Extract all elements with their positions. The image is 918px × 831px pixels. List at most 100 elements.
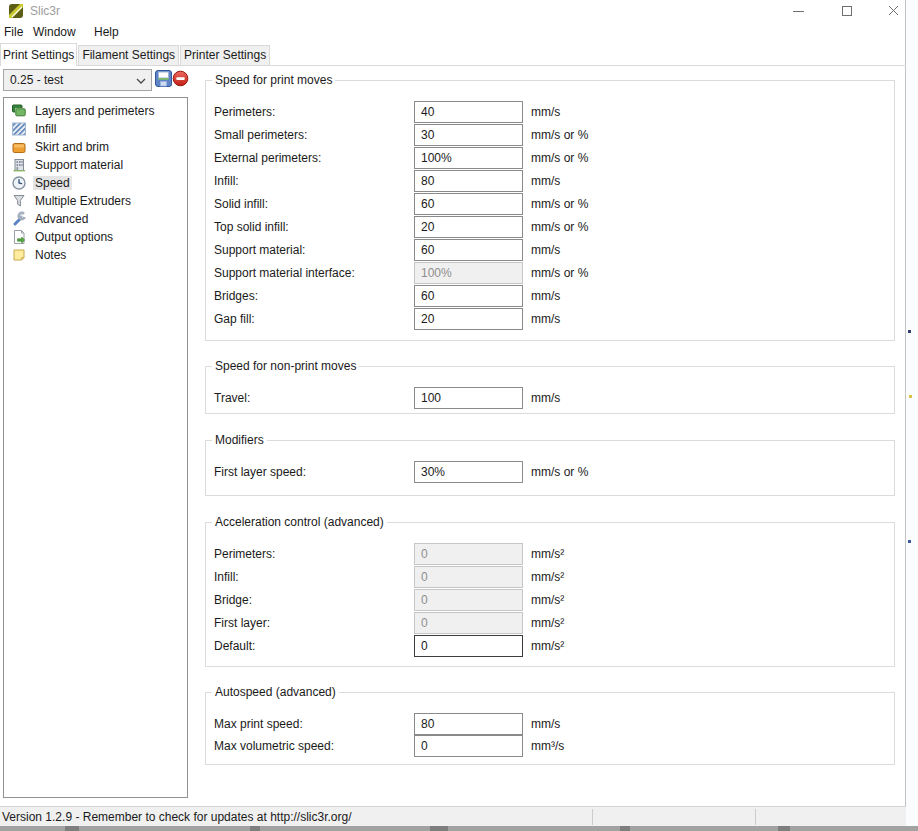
window-title: Slic3r xyxy=(30,4,60,18)
setting-row: First layer: mm/s² xyxy=(206,612,894,634)
first-layer-input xyxy=(414,612,523,634)
sidebar-item-label: Notes xyxy=(33,248,68,262)
first-layer-speed-input[interactable] xyxy=(414,461,523,483)
small-perimeters-input[interactable] xyxy=(414,124,523,146)
menu-window[interactable]: Window xyxy=(33,22,76,43)
menu-help[interactable]: Help xyxy=(94,22,119,43)
infill-input[interactable] xyxy=(414,170,523,192)
field-unit: mm/s or % xyxy=(531,128,588,142)
desktop-speck xyxy=(908,330,911,333)
output-icon xyxy=(11,229,27,245)
setting-row: Default: mm/s² xyxy=(206,635,894,657)
desktop-sliver xyxy=(906,0,918,826)
sidebar-item-infill[interactable]: Infill xyxy=(4,120,187,138)
sidebar-item-support-material[interactable]: Support material xyxy=(4,156,187,174)
field-unit: mm/s² xyxy=(531,616,564,630)
groupbox-autospeed-advanced: Autospeed (advanced)Max print speed:mm/s… xyxy=(205,692,895,765)
external-perimeters-input[interactable] xyxy=(414,147,523,169)
field-unit: mm/s or % xyxy=(531,220,588,234)
field-label: Travel: xyxy=(214,391,250,405)
statusbar-divider xyxy=(592,809,593,825)
field-unit: mm/s xyxy=(531,105,560,119)
desktop-speck xyxy=(908,540,911,543)
sidebar-item-label: Layers and perimeters xyxy=(33,104,156,118)
setting-row: External perimeters:mm/s or % xyxy=(206,147,894,169)
menu-file[interactable]: File xyxy=(4,22,23,43)
maximize-button[interactable] xyxy=(842,6,852,16)
tab-print-settings[interactable]: Print Settings xyxy=(0,43,77,66)
tab-filament-settings[interactable]: Filament Settings xyxy=(78,45,179,65)
groupbox-modifiers: ModifiersFirst layer speed:mm/s or % xyxy=(205,440,895,496)
minimize-button[interactable] xyxy=(793,11,804,12)
field-label: First layer: xyxy=(214,616,270,630)
save-preset-button[interactable] xyxy=(155,70,172,87)
sidebar-item-label: Multiple Extruders xyxy=(33,194,133,208)
delete-preset-button[interactable] xyxy=(172,70,189,87)
layers-icon xyxy=(11,103,27,119)
field-unit: mm/s xyxy=(531,717,560,731)
field-label: Solid infill: xyxy=(214,197,268,211)
travel-input[interactable] xyxy=(414,387,523,409)
preset-select[interactable]: 0.25 - test xyxy=(3,69,152,91)
field-label: Small perimeters: xyxy=(214,128,307,142)
field-label: Max volumetric speed: xyxy=(214,739,334,753)
advanced-icon xyxy=(11,211,27,227)
taskbar-edge xyxy=(0,826,918,831)
field-label: Gap fill: xyxy=(214,312,255,326)
setting-row: Infill:mm/s² xyxy=(206,566,894,588)
solid-infill-input[interactable] xyxy=(414,193,523,215)
support-material-input[interactable] xyxy=(414,239,523,261)
max-print-speed-input[interactable] xyxy=(414,713,523,735)
sidebar-item-multiple-extruders[interactable]: Multiple Extruders xyxy=(4,192,187,210)
tab-strip: Print SettingsFilament SettingsPrinter S… xyxy=(0,43,906,66)
sidebar-item-label: Output options xyxy=(33,230,115,244)
setting-row: Perimeters:mm/s² xyxy=(206,543,894,565)
titlebar: Slic3r xyxy=(0,0,905,22)
field-label: Perimeters: xyxy=(214,105,275,119)
bridge-input xyxy=(414,589,523,611)
sidebar-item-output-options[interactable]: Output options xyxy=(4,228,187,246)
sidebar-item-label: Advanced xyxy=(33,212,90,226)
setting-row: Solid infill: mm/s or % xyxy=(206,193,894,215)
sidebar-item-speed[interactable]: Speed xyxy=(4,174,187,192)
field-unit: mm/s² xyxy=(531,639,564,653)
top-solid-infill-input[interactable] xyxy=(414,216,523,238)
group-title: Speed for print moves xyxy=(212,73,335,87)
app-icon xyxy=(8,3,24,19)
setting-row: Small perimeters: mm/s or % xyxy=(206,124,894,146)
sidebar-item-layers-and-perimeters[interactable]: Layers and perimeters xyxy=(4,102,187,120)
save-icon xyxy=(155,70,172,87)
close-button[interactable] xyxy=(888,5,899,16)
sidebar-item-notes[interactable]: Notes xyxy=(4,246,187,264)
menubar: File Window Help xyxy=(0,22,905,43)
sidebar-item-label: Skirt and brim xyxy=(33,140,111,154)
groupbox-speed-for-print-moves: Speed for print movesPerimeters:mm/sSmal… xyxy=(205,80,895,341)
field-unit: mm/s or % xyxy=(531,197,588,211)
status-text: Version 1.2.9 - Remember to check for up… xyxy=(2,810,352,824)
infill-icon xyxy=(11,121,27,137)
max-volumetric-speed-input[interactable] xyxy=(414,735,523,757)
field-label: Top solid infill: xyxy=(214,220,289,234)
support-material-interface-input xyxy=(414,262,523,284)
tab-printer-settings[interactable]: Printer Settings xyxy=(180,45,270,65)
field-label: First layer speed: xyxy=(214,465,306,479)
setting-row: Max volumetric speed:mm³/s xyxy=(206,735,894,757)
default-input[interactable] xyxy=(414,635,523,657)
field-label: Perimeters: xyxy=(214,547,275,561)
settings-tree: Layers and perimeters Infill Skirt and bri… xyxy=(3,97,188,798)
bridges-input[interactable] xyxy=(414,285,523,307)
groupbox-speed-for-non-print-moves: Speed for non-print movesTravel:mm/s xyxy=(205,366,895,414)
field-unit: mm/s xyxy=(531,243,560,257)
field-label: Infill: xyxy=(214,570,239,584)
sidebar-item-advanced[interactable]: Advanced xyxy=(4,210,187,228)
perimeters-input xyxy=(414,543,523,565)
field-label: Default: xyxy=(214,639,255,653)
field-label: Bridges: xyxy=(214,289,258,303)
sidebar-item-skirt-and-brim[interactable]: Skirt and brim xyxy=(4,138,187,156)
gap-fill-input[interactable] xyxy=(414,308,523,330)
field-unit: mm/s xyxy=(531,174,560,188)
speed-icon xyxy=(11,175,27,191)
group-title: Speed for non-print moves xyxy=(212,359,359,373)
support-icon xyxy=(11,157,27,173)
perimeters-input[interactable] xyxy=(414,101,523,123)
